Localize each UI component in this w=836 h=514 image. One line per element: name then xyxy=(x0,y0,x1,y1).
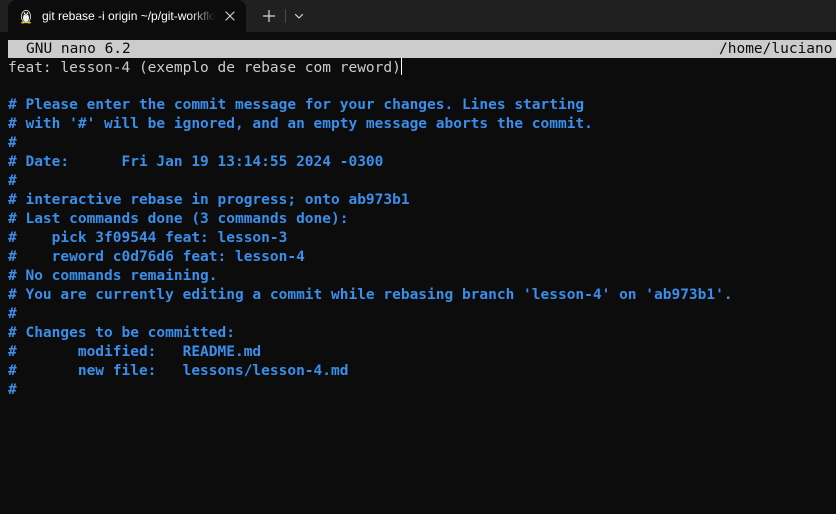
close-icon[interactable] xyxy=(222,8,238,24)
editor-buffer[interactable]: feat: lesson-4 (exemplo de rebase com re… xyxy=(8,58,836,400)
commit-message-text: feat: lesson-4 (exemplo de rebase com re… xyxy=(8,60,401,76)
nano-title-bar: GNU nano 6.2 /home/luciano xyxy=(8,40,836,58)
terminal-window: git rebase -i origin ~/p/git-workflow GN… xyxy=(0,0,836,514)
comment-line: # Last commands done (3 commands done): xyxy=(8,211,349,227)
tab-divider xyxy=(285,9,286,23)
comment-line: # xyxy=(8,135,17,151)
tab-title: git rebase -i origin ~/p/git-workflow xyxy=(42,9,216,23)
comment-line: # modified: README.md xyxy=(8,344,262,360)
comment-line: # Please enter the commit message for yo… xyxy=(8,97,585,113)
comment-line: # Changes to be committed: xyxy=(8,325,235,341)
comment-line xyxy=(8,77,836,96)
terminal-content[interactable]: GNU nano 6.2 /home/luciano feat: lesson-… xyxy=(8,40,836,514)
comment-line: # xyxy=(8,306,17,322)
comment-line: # with '#' will be ignored, and an empty… xyxy=(8,116,593,132)
comment-line: # No commands remaining. xyxy=(8,268,218,284)
comment-line: # xyxy=(8,382,17,398)
chevron-down-icon[interactable] xyxy=(289,6,309,26)
commit-message-line[interactable]: feat: lesson-4 (exemplo de rebase com re… xyxy=(8,58,836,77)
comment-line: # interactive rebase in progress; onto a… xyxy=(8,192,410,208)
nano-version: GNU nano 6.2 xyxy=(26,41,131,57)
comment-block: # Please enter the commit message for yo… xyxy=(8,77,836,400)
comment-line: # new file: lessons/lesson-4.md xyxy=(8,363,349,379)
comment-line: # Date: Fri Jan 19 13:14:55 2024 -0300 xyxy=(8,154,384,170)
comment-line: # xyxy=(8,173,17,189)
nano-file-path: /home/luciano xyxy=(719,41,833,57)
comment-line: # You are currently editing a commit whi… xyxy=(8,287,733,303)
tab-active[interactable]: git rebase -i origin ~/p/git-workflow xyxy=(8,0,246,32)
text-cursor xyxy=(400,58,402,75)
comment-line: # reword c0d76d6 feat: lesson-4 xyxy=(8,249,305,265)
tab-bar: git rebase -i origin ~/p/git-workflow xyxy=(0,0,836,32)
linux-penguin-icon xyxy=(18,8,34,24)
comment-line: # pick 3f09544 feat: lesson-3 xyxy=(8,230,288,246)
new-tab-plus-icon[interactable] xyxy=(258,6,280,26)
